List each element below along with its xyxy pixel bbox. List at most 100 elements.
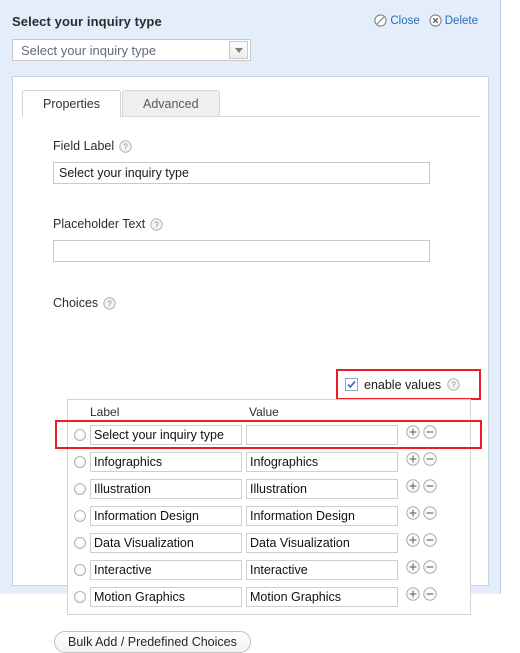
table-row bbox=[68, 421, 470, 448]
choice-label-input[interactable] bbox=[90, 505, 242, 526]
row-actions bbox=[406, 452, 437, 471]
add-row-icon bbox=[406, 425, 420, 439]
remove-row-icon bbox=[423, 425, 437, 439]
choice-value-input[interactable] bbox=[246, 424, 398, 445]
choice-label-input[interactable] bbox=[90, 424, 242, 445]
add-row-button[interactable] bbox=[406, 479, 420, 498]
choices-label: Choices bbox=[53, 296, 99, 310]
table-row bbox=[68, 556, 470, 583]
delete-label: Delete bbox=[444, 14, 478, 27]
choice-value-input[interactable] bbox=[246, 559, 398, 580]
inquiry-type-select[interactable]: Select your inquiry type bbox=[12, 39, 251, 61]
row-actions bbox=[406, 425, 437, 444]
add-row-icon bbox=[406, 587, 420, 601]
remove-row-icon bbox=[423, 452, 437, 466]
remove-row-button[interactable] bbox=[423, 425, 437, 444]
placeholder-text-group: Placeholder Text ? bbox=[53, 217, 430, 262]
choices-table: Label Value bbox=[67, 399, 471, 615]
add-row-button[interactable] bbox=[406, 587, 420, 606]
enable-values-checkbox[interactable] bbox=[345, 378, 358, 391]
choice-default-radio[interactable] bbox=[74, 455, 86, 468]
table-row bbox=[68, 448, 470, 475]
choice-label-input[interactable] bbox=[90, 532, 242, 553]
tab-properties[interactable]: Properties bbox=[22, 90, 121, 117]
add-row-button[interactable] bbox=[406, 560, 420, 579]
choice-value-input[interactable] bbox=[246, 451, 398, 472]
delete-button[interactable]: Delete bbox=[429, 14, 478, 27]
remove-row-button[interactable] bbox=[423, 452, 437, 471]
field-settings-screen: Select your inquiry type Close Delete Se… bbox=[0, 0, 520, 653]
enable-values-label: enable values bbox=[364, 377, 442, 392]
remove-row-icon bbox=[423, 506, 437, 520]
add-row-icon bbox=[406, 479, 420, 493]
delete-x-icon bbox=[429, 14, 442, 27]
row-actions bbox=[406, 533, 437, 552]
row-actions bbox=[406, 479, 437, 498]
bulk-add-predefined-choices-button[interactable]: Bulk Add / Predefined Choices bbox=[54, 631, 251, 653]
add-row-button[interactable] bbox=[406, 533, 420, 552]
row-actions bbox=[406, 587, 437, 606]
add-row-icon bbox=[406, 533, 420, 547]
add-row-button[interactable] bbox=[406, 452, 420, 471]
chevron-down-icon[interactable] bbox=[229, 41, 248, 59]
choices-group-caption: Choices ? bbox=[53, 296, 116, 319]
header-actions: Close Delete bbox=[374, 14, 478, 27]
field-label-input[interactable] bbox=[53, 162, 430, 184]
choice-value-input[interactable] bbox=[246, 478, 398, 499]
remove-row-icon bbox=[423, 533, 437, 547]
help-icon[interactable]: ? bbox=[150, 217, 163, 231]
placeholder-text-caption: Placeholder Text ? bbox=[53, 217, 430, 231]
close-button[interactable]: Close bbox=[374, 14, 420, 27]
tab-advanced[interactable]: Advanced bbox=[121, 90, 220, 117]
remove-row-button[interactable] bbox=[423, 587, 437, 606]
choice-default-radio[interactable] bbox=[74, 482, 86, 495]
add-row-icon bbox=[406, 506, 420, 520]
svg-text:?: ? bbox=[451, 381, 456, 390]
table-row bbox=[68, 475, 470, 502]
remove-row-button[interactable] bbox=[423, 533, 437, 552]
help-icon[interactable]: ? bbox=[103, 296, 116, 310]
remove-row-icon bbox=[423, 560, 437, 574]
add-row-icon bbox=[406, 560, 420, 574]
choice-default-radio[interactable] bbox=[74, 590, 86, 603]
choice-default-radio[interactable] bbox=[74, 509, 86, 522]
choice-value-input[interactable] bbox=[246, 586, 398, 607]
choices-caption: Choices ? bbox=[53, 296, 116, 310]
table-row bbox=[68, 502, 470, 529]
page-title: Select your inquiry type bbox=[12, 14, 162, 29]
remove-row-icon bbox=[423, 479, 437, 493]
column-header-label: Label bbox=[90, 404, 120, 419]
choice-label-input[interactable] bbox=[90, 559, 242, 580]
choices-table-header: Label Value bbox=[68, 402, 470, 421]
svg-text:?: ? bbox=[107, 299, 112, 308]
close-icon bbox=[374, 14, 387, 27]
inquiry-type-select-value: Select your inquiry type bbox=[21, 42, 157, 58]
row-actions bbox=[406, 560, 437, 579]
remove-row-button[interactable] bbox=[423, 479, 437, 498]
add-row-icon bbox=[406, 452, 420, 466]
choice-label-input[interactable] bbox=[90, 586, 242, 607]
placeholder-text-input[interactable] bbox=[53, 240, 430, 262]
choice-label-input[interactable] bbox=[90, 478, 242, 499]
choice-default-radio[interactable] bbox=[74, 563, 86, 576]
enable-values-highlight: enable values ? bbox=[336, 369, 481, 400]
add-row-button[interactable] bbox=[406, 425, 420, 444]
svg-text:?: ? bbox=[123, 142, 128, 151]
table-row bbox=[68, 529, 470, 556]
field-label-caption: Field Label ? bbox=[53, 139, 430, 153]
help-icon[interactable]: ? bbox=[119, 139, 132, 153]
choice-default-radio[interactable] bbox=[74, 428, 86, 441]
close-label: Close bbox=[390, 14, 420, 27]
placeholder-text-label: Placeholder Text bbox=[53, 217, 146, 231]
column-header-value: Value bbox=[249, 404, 279, 419]
choice-value-input[interactable] bbox=[246, 505, 398, 526]
help-icon[interactable]: ? bbox=[447, 378, 460, 391]
choice-default-radio[interactable] bbox=[74, 536, 86, 549]
field-label-group: Field Label ? bbox=[53, 139, 430, 184]
choice-value-input[interactable] bbox=[246, 532, 398, 553]
field-settings-panel: Select your inquiry type Close Delete Se… bbox=[0, 0, 501, 653]
remove-row-button[interactable] bbox=[423, 506, 437, 525]
choice-label-input[interactable] bbox=[90, 451, 242, 472]
add-row-button[interactable] bbox=[406, 506, 420, 525]
remove-row-button[interactable] bbox=[423, 560, 437, 579]
